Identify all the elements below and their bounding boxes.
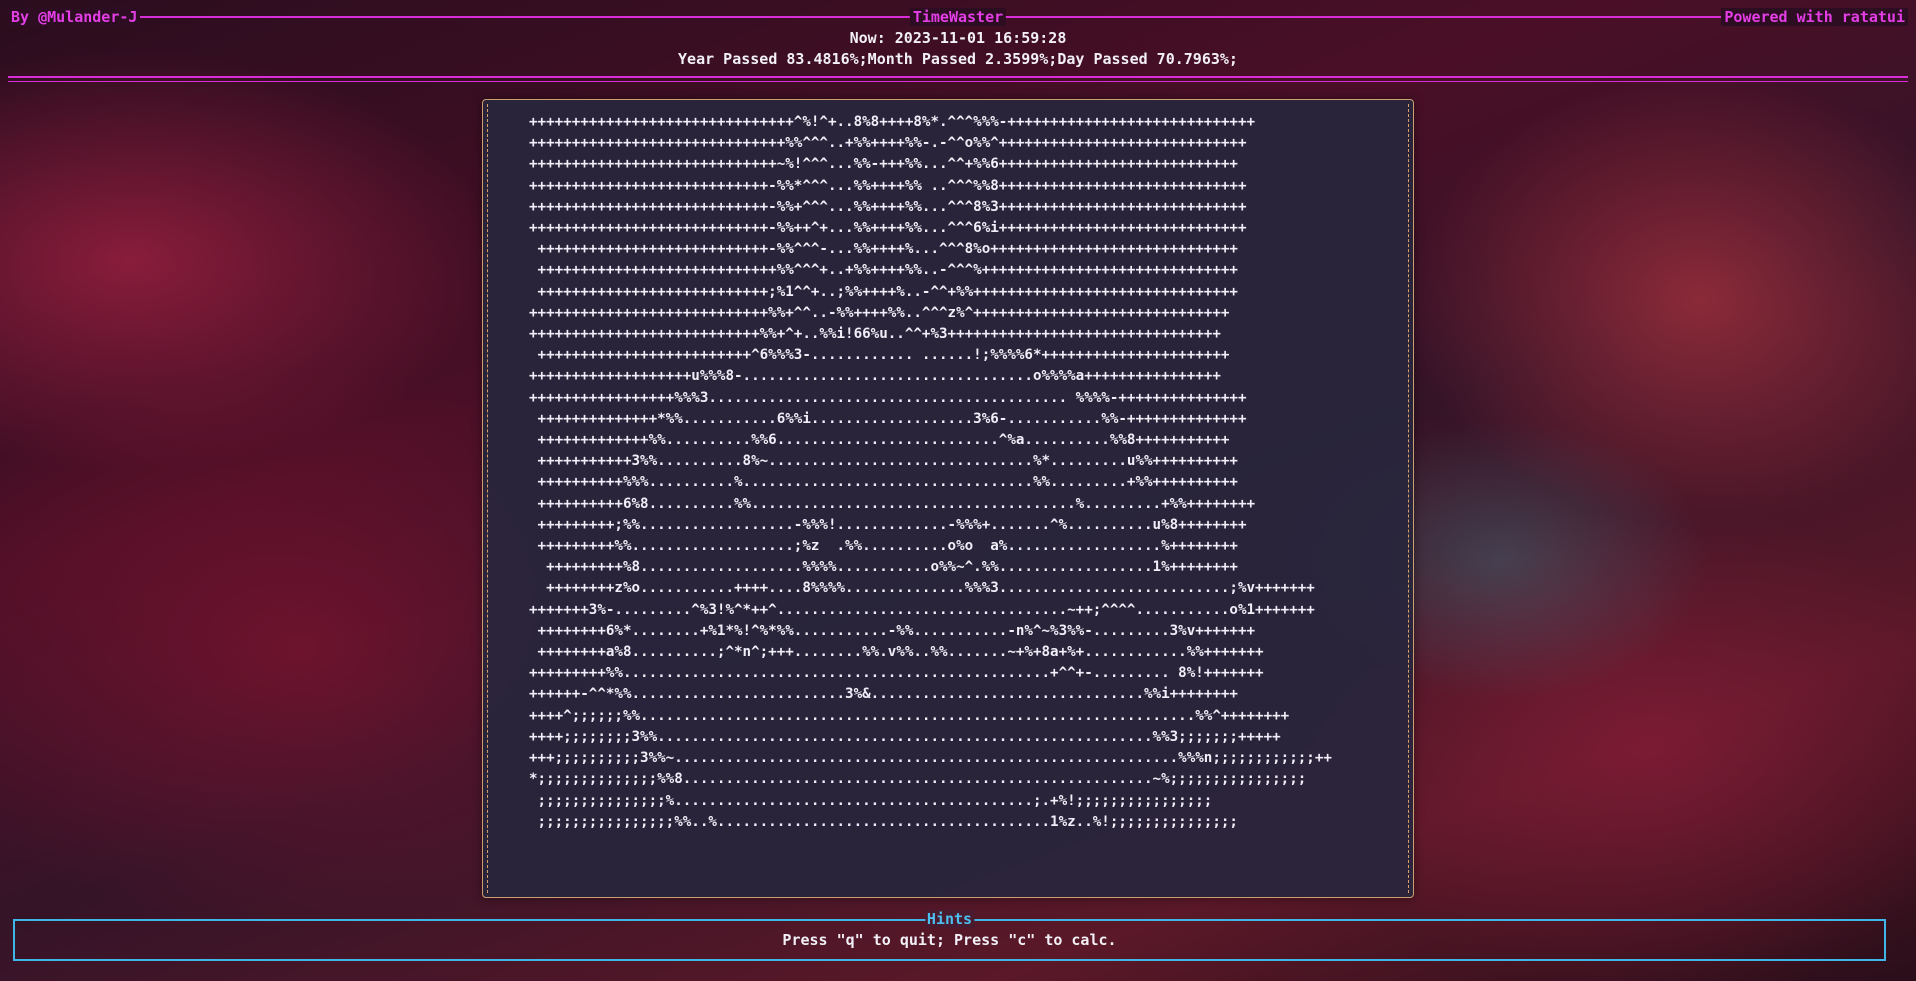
ascii-art-line: +++++++++++++++++++++++++++++~%!^^^...%%…: [529, 156, 1238, 173]
ascii-art-line: +++++++++%%.............................…: [529, 665, 1264, 682]
ascii-art-line: ++++++++++%%%..........%................…: [529, 474, 1238, 491]
hints-title: Hints: [924, 910, 975, 928]
ascii-art-line: ;;;;;;;;;;;;;;;%........................…: [529, 792, 1213, 809]
ascii-art-line: ++++++++++++++*%%...........6%%i........…: [529, 410, 1247, 427]
ascii-art-line: ;;;;;;;;;;;;;;;;%%..%...................…: [529, 813, 1238, 830]
ascii-art-line: *;;;;;;;;;;;;;;%%8......................…: [529, 771, 1307, 788]
ascii-art-line: +++++++++++3%%..........8%~.............…: [529, 453, 1238, 470]
ascii-art-line: ++++++++a%8..........;^*n^;+++........%%…: [529, 644, 1264, 661]
ascii-art-line: +++++++++%%...................;%z .%%...…: [529, 538, 1238, 555]
hints-text: Press "q" to quit; Press "c" to calc.: [782, 931, 1117, 949]
ascii-art-line: +++++++++++++++++++++++++++++++^%!^+..8%…: [529, 114, 1256, 130]
time-passed-stats: Year Passed 83.4816%;Month Passed 2.3599…: [678, 50, 1238, 68]
header-bottom-border: [8, 76, 1908, 82]
ascii-art-line: ++++++++++++++++++++++++++++-%%+^^^...%%…: [529, 198, 1247, 215]
hints-panel: Hints Press "q" to quit; Press "c" to ca…: [13, 910, 1886, 961]
ascii-art-line: ++++++++z%o...........++++....8%%%%.....…: [529, 580, 1315, 597]
ascii-art-line: +++++++++++++++++%%%3...................…: [529, 389, 1247, 406]
ascii-art-line: ++++++++++6%8..........%%...............…: [529, 495, 1256, 512]
ascii-art: +++++++++++++++++++++++++++++++^%!^+..8%…: [529, 112, 1332, 833]
ascii-art-line: ++++++++++++++++++++++++++++-%%++^+...%%…: [529, 220, 1247, 237]
ascii-art-line: ++++++++++++++++++++++++++++%%^^^+..+%%+…: [529, 262, 1238, 279]
ascii-art-line: +++++++++++++++++++++++++++%%+^+..%%i!66…: [529, 326, 1221, 343]
ascii-art-line: +++++++++++++++++++++++++++;%1^^+..;%%++…: [529, 283, 1238, 300]
ascii-art-line: ++++^;;;;;;%%...........................…: [529, 707, 1290, 724]
ascii-art-line: ++++++++++++++++++++++++++++++%%^^^..+%%…: [529, 135, 1247, 152]
ascii-art-panel: +++++++++++++++++++++++++++++++^%!^+..8%…: [482, 99, 1414, 898]
ascii-art-line: ++++;;;;;;;;3%%.........................…: [529, 728, 1281, 745]
current-time: Now: 2023-11-01 16:59:28: [849, 29, 1067, 47]
ascii-art-line: +++++++++++++%%..........%%6............…: [529, 432, 1230, 449]
ascii-art-line: ++++++-^^*%%.........................3%&…: [529, 686, 1238, 703]
app-title: TimeWaster: [909, 8, 1007, 26]
ascii-art-line: +++++++++++++++++++++++++^6%%%3-........…: [529, 347, 1230, 364]
ascii-art-line: +++++++++%8...................%%%%......…: [529, 559, 1238, 576]
ascii-art-line: +++++++++++++++++++++++++++-%%^^^-...%%+…: [529, 241, 1238, 258]
ascii-art-line: +++++++++++++++++++u%%%8-...............…: [529, 368, 1221, 385]
ascii-art-line: ++++++++6%*........+%1*%!^%*%%..........…: [529, 622, 1256, 639]
header-block: By @Mulander-J TimeWaster Powered with r…: [8, 8, 1908, 82]
ascii-art-line: +++++++3%-.........^%3!%^*++^...........…: [529, 601, 1315, 618]
author-label: By @Mulander-J: [8, 8, 141, 26]
ascii-art-line: ++++++++++++++++++++++++++++-%%*^^^...%%…: [529, 177, 1247, 194]
ascii-art-line: +++++++++;%%..................-%%%!.....…: [529, 516, 1247, 533]
ascii-art-line: ++++++++++++++++++++++++++++%%+^^..-%%++…: [529, 304, 1230, 321]
powered-by-label: Powered with ratatui: [1721, 8, 1908, 26]
ascii-art-line: +++;;;;;;;;;;3%%~.......................…: [529, 750, 1332, 767]
